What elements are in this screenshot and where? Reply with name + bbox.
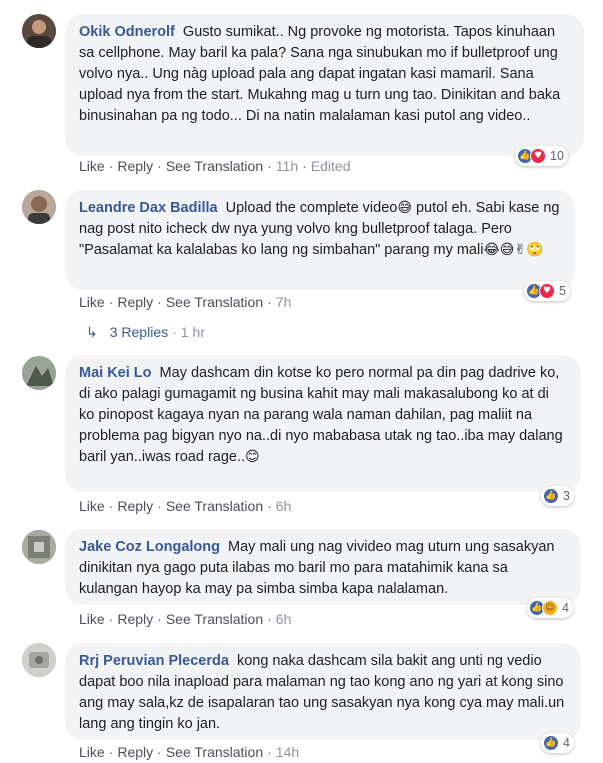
like-button[interactable]: Like	[79, 744, 105, 760]
timestamp[interactable]: 14h	[276, 744, 299, 760]
see-translation-button[interactable]: See Translation	[166, 158, 263, 174]
reply-button[interactable]: Reply	[117, 498, 153, 514]
author-name[interactable]: Leandre Dax Badilla	[79, 200, 218, 216]
replies-count[interactable]: 3 Replies	[110, 324, 168, 340]
reactions-summary[interactable]: 👍 4	[541, 733, 574, 753]
reply-button[interactable]: Reply	[117, 294, 153, 310]
avatar[interactable]	[22, 356, 56, 390]
author-name[interactable]: Jake Coz Longalong	[79, 539, 220, 555]
like-icon: 👍	[543, 488, 559, 504]
author-name[interactable]: Okik Odnerolf	[79, 24, 175, 40]
see-translation-button[interactable]: See Translation	[166, 498, 263, 514]
comment-bubble: Jake Coz Longalong May mali ung nag vivi…	[65, 529, 581, 605]
reactions-summary[interactable]: 👍 ♥ 5	[524, 281, 570, 301]
comment-actions: Like · Reply · See Translation · 11h · Edited	[79, 158, 351, 174]
love-icon: ♥	[539, 283, 555, 299]
emoji-group: 😂😅✌🙄	[483, 242, 544, 258]
comment-bubble: Rrj Peruvian Plecerda kong naka dashcam …	[65, 643, 581, 740]
like-button[interactable]: Like	[79, 498, 105, 514]
reply-arrow-icon: ↳	[86, 325, 98, 341]
reaction-count: 4	[563, 736, 570, 750]
comment-actions: Like · Reply · See Translation · 6h	[79, 498, 292, 514]
comment-text: Upload the complete video	[225, 200, 398, 216]
like-button[interactable]: Like	[79, 158, 105, 174]
comment-actions: Like · Reply · See Translation · 7h	[79, 294, 292, 310]
timestamp[interactable]: 6h	[276, 498, 292, 514]
avatar[interactable]	[22, 530, 56, 564]
like-button[interactable]: Like	[79, 294, 105, 310]
reactions-summary[interactable]: 👍 ♥ 10	[515, 146, 568, 166]
like-button[interactable]: Like	[79, 611, 105, 627]
reactions-summary[interactable]: 👍 3	[541, 486, 574, 506]
avatar[interactable]	[22, 190, 56, 224]
timestamp[interactable]: 11h	[276, 158, 298, 174]
timestamp[interactable]: 7h	[276, 294, 292, 310]
see-translation-button[interactable]: See Translation	[166, 294, 263, 310]
reply-button[interactable]: Reply	[117, 158, 153, 174]
reactions-summary[interactable]: 👍 ☺ 4	[527, 598, 573, 618]
comment-bubble: Leandre Dax Badilla Upload the complete …	[65, 190, 575, 290]
replies-timestamp: 1 hr	[180, 324, 205, 340]
comment-actions: Like · Reply · See Translation · 6h	[79, 611, 292, 627]
avatar[interactable]	[22, 643, 56, 677]
view-replies-link[interactable]: ↳ 3 Replies · 1 hr	[86, 324, 205, 341]
reply-button[interactable]: Reply	[117, 744, 153, 760]
haha-icon: ☺	[542, 600, 558, 616]
reaction-count: 10	[550, 149, 564, 163]
reaction-count: 5	[559, 284, 566, 298]
sweat-smile-emoji: 😅	[397, 200, 412, 216]
timestamp[interactable]: 6h	[276, 611, 292, 627]
author-name[interactable]: Rrj Peruvian Plecerda	[79, 653, 229, 669]
love-icon: ♥	[530, 148, 546, 164]
see-translation-button[interactable]: See Translation	[166, 744, 263, 760]
edited-label[interactable]: Edited	[311, 158, 351, 174]
avatar[interactable]	[22, 14, 56, 48]
comment-bubble: Mai Kei Lo May dashcam din kotse ko pero…	[65, 355, 581, 492]
comment-bubble: Okik Odnerolf Gusto sumikat.. Ng provoke…	[65, 14, 584, 156]
reaction-count: 3	[563, 489, 570, 503]
reply-button[interactable]: Reply	[117, 611, 153, 627]
author-name[interactable]: Mai Kei Lo	[79, 365, 152, 381]
like-icon: 👍	[543, 735, 559, 751]
smile-emoji: 😊	[245, 449, 260, 465]
reaction-count: 4	[562, 601, 569, 615]
comment-actions: Like · Reply · See Translation · 14h	[79, 744, 300, 760]
see-translation-button[interactable]: See Translation	[166, 611, 263, 627]
